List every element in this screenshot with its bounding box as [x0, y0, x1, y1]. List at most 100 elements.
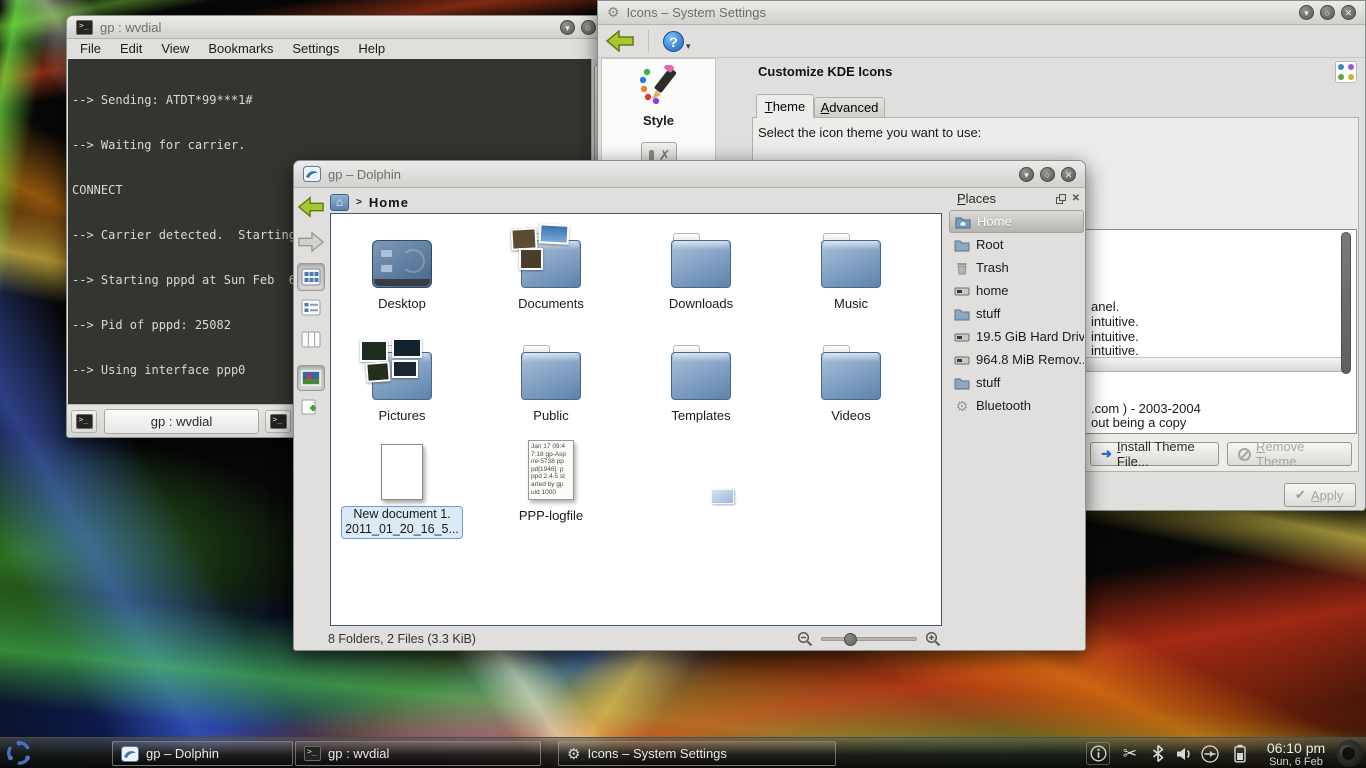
back-button[interactable]	[297, 196, 325, 218]
list-scrollbar-thumb[interactable]	[1341, 232, 1351, 374]
new-tab-button-right[interactable]	[265, 410, 291, 433]
place-item-root[interactable]: Root	[949, 233, 1084, 256]
float-panel-icon[interactable]	[1056, 194, 1066, 204]
konsole-tab[interactable]: gp : wvdial	[104, 409, 259, 434]
battery-tray-icon[interactable]	[1228, 742, 1252, 765]
zoom-in-icon[interactable]	[925, 631, 941, 647]
columns-view-button[interactable]	[297, 331, 325, 348]
panel-cashew-icon[interactable]	[1336, 740, 1363, 767]
folder-item-templates[interactable]: Templates	[631, 336, 771, 423]
place-item-home-drive[interactable]: home	[949, 279, 1084, 302]
folder-view[interactable]: Desktop Documents Downloads Music	[330, 213, 942, 626]
place-item-stuff[interactable]: stuff	[949, 302, 1084, 325]
close-button[interactable]: ✕	[1061, 167, 1076, 182]
theme-description-text: .com ) - 2003-2004	[1091, 401, 1201, 416]
details-view-icon	[301, 299, 321, 316]
system-settings-titlebar[interactable]: ⚙ Icons – System Settings ▾ ○ ✕	[598, 1, 1365, 25]
terminal-icon	[76, 414, 93, 429]
toolbar-separator	[648, 30, 649, 52]
file-label: PPP-logfile	[481, 508, 621, 523]
places-panel: Places ✕ Home	[949, 189, 1084, 649]
folder-icon	[671, 352, 731, 400]
icons-view-icon	[301, 268, 321, 286]
task-label: gp – Dolphin	[146, 746, 219, 761]
tab-advanced[interactable]: Advanced	[814, 97, 885, 118]
task-wvdial[interactable]: gp : wvdial	[295, 741, 541, 766]
menu-file[interactable]: File	[80, 41, 101, 59]
dolphin-titlebar[interactable]: gp – Dolphin ▾ ○ ✕	[294, 161, 1085, 188]
preview-toggle-button[interactable]	[297, 365, 325, 391]
folder-item-documents[interactable]: Documents	[481, 224, 621, 311]
back-arrow-icon	[298, 196, 324, 218]
minimize-button[interactable]: ▾	[1019, 167, 1034, 182]
terminal-icon	[270, 414, 287, 429]
install-theme-button[interactable]: ➜ Install Theme File...	[1090, 442, 1219, 466]
zoom-slider[interactable]	[821, 637, 917, 641]
launcher-button[interactable]	[4, 738, 34, 768]
forward-button[interactable]	[297, 231, 325, 253]
apply-button[interactable]: ✔ Apply	[1284, 483, 1356, 507]
folder-item-downloads[interactable]: Downloads	[631, 224, 771, 311]
menu-view[interactable]: View	[161, 41, 189, 59]
menu-settings[interactable]: Settings	[292, 41, 339, 59]
konsole-titlebar[interactable]: gp : wvdial ▾ ○	[67, 16, 605, 39]
folder-item-music[interactable]: Music	[781, 224, 921, 311]
close-panel-icon[interactable]: ✕	[1072, 193, 1080, 204]
page-title: Customize KDE Icons	[758, 64, 892, 79]
place-item-home[interactable]: Home	[949, 210, 1084, 233]
file-item-ppp-logfile[interactable]: Jan 17 09:4 7:18 gp-Asp ire-5738 pp pd[1…	[481, 436, 621, 523]
place-item-hard-drive[interactable]: 19.5 GiB Hard Drive	[949, 325, 1084, 348]
clock-date: Sun, 6 Feb	[1258, 756, 1334, 768]
split-view-button[interactable]	[297, 399, 325, 417]
terminal-line: --> Sending: ATDT*99***1#	[72, 93, 588, 108]
bluetooth-tray-icon[interactable]	[1146, 742, 1170, 765]
remove-theme-button[interactable]: Remove Theme	[1227, 442, 1352, 466]
place-item-trash[interactable]: Trash	[949, 256, 1084, 279]
volume-tray-icon[interactable]	[1172, 742, 1196, 765]
minimize-button[interactable]: ▾	[560, 20, 575, 35]
icons-module-icon	[1335, 61, 1357, 83]
theme-description-text: out being a copy	[1091, 415, 1186, 430]
maximize-button[interactable]: ○	[581, 20, 596, 35]
folder-item-videos[interactable]: Videos	[781, 336, 921, 423]
style-pencil-icon	[637, 65, 681, 105]
folder-item-public[interactable]: Public	[481, 336, 621, 423]
maximize-button[interactable]: ○	[1320, 5, 1335, 20]
system-settings-title: Icons – System Settings	[627, 5, 766, 20]
dolphin-app-icon	[121, 746, 139, 762]
task-dolphin[interactable]: gp – Dolphin	[112, 741, 293, 766]
place-item-stuff-2[interactable]: stuff	[949, 371, 1084, 394]
clock-time: 06:10 pm	[1258, 741, 1334, 756]
place-item-bluetooth[interactable]: ⚙ Bluetooth	[949, 394, 1084, 417]
icons-view-button[interactable]	[297, 263, 325, 291]
clock[interactable]: 06:10 pm Sun, 6 Feb	[1258, 739, 1334, 768]
folder-item-desktop[interactable]: Desktop	[332, 224, 472, 311]
folder-label: Videos	[781, 408, 921, 423]
zoom-slider-knob[interactable]	[844, 633, 857, 646]
maximize-button[interactable]: ○	[1040, 167, 1055, 182]
folder-label: Documents	[481, 296, 621, 311]
help-button[interactable]: ? ▾	[663, 31, 691, 52]
new-tab-button[interactable]	[71, 410, 97, 433]
close-button[interactable]: ✕	[1341, 5, 1356, 20]
drive-icon	[954, 283, 970, 299]
device-notifier-icon[interactable]	[1198, 742, 1222, 765]
file-item-new-document[interactable]: New document 1. 2011_01_20_16_5...	[332, 436, 472, 539]
minimize-button[interactable]: ▾	[1299, 5, 1314, 20]
place-item-removable[interactable]: 964.8 MiB Remov...	[949, 348, 1084, 371]
notifications-tray-icon[interactable]	[1086, 742, 1110, 765]
menu-bookmarks[interactable]: Bookmarks	[208, 41, 273, 59]
breadcrumb-home[interactable]: Home	[369, 195, 409, 210]
details-view-button[interactable]	[297, 299, 325, 316]
back-button[interactable]	[606, 30, 634, 52]
menu-help[interactable]: Help	[358, 41, 385, 59]
folder-item-pictures[interactable]: Pictures	[332, 336, 472, 423]
zoom-out-icon[interactable]	[797, 631, 813, 647]
menu-edit[interactable]: Edit	[120, 41, 142, 59]
home-icon[interactable]: ⌂	[330, 194, 349, 211]
sidebar-item-style[interactable]: Style	[602, 59, 715, 128]
tab-theme[interactable]: Theme	[756, 94, 814, 118]
task-system-settings[interactable]: ⚙ Icons – System Settings	[558, 741, 836, 766]
klipper-scissors-icon[interactable]: ✂	[1118, 742, 1142, 765]
drive-icon	[954, 352, 970, 368]
